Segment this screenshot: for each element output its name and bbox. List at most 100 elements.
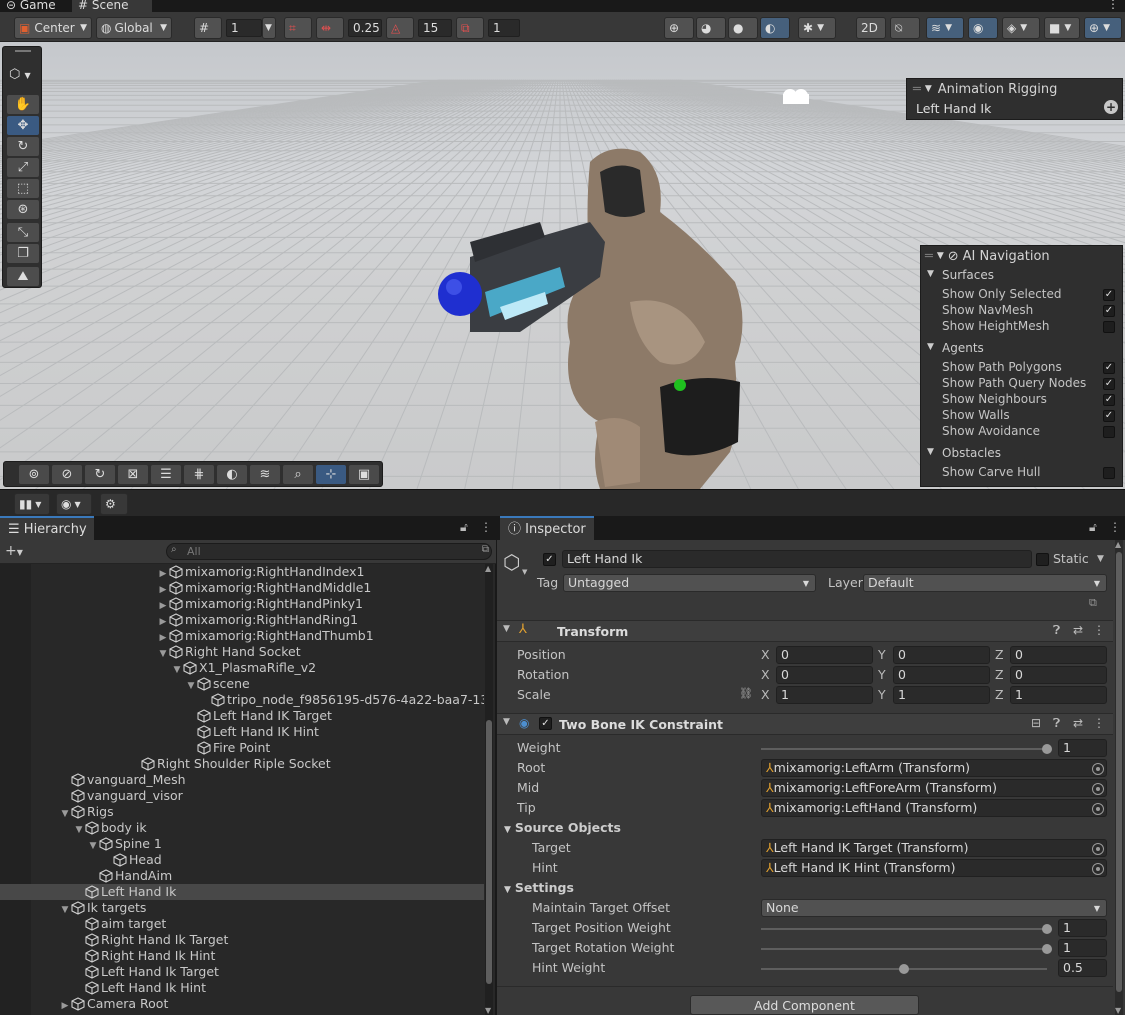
shaded-wireframe-button[interactable]: ◕ — [696, 17, 726, 39]
rotate-snap-button[interactable]: ◬ — [386, 17, 414, 39]
component-tool-button[interactable]: ❐ — [7, 244, 39, 263]
mid-object-field[interactable]: ⅄mixamorig:LeftForeArm (Transform) — [761, 779, 1107, 797]
add-icon[interactable]: + — [1104, 100, 1118, 114]
link-icon[interactable]: ⛓ — [739, 687, 753, 700]
target-rotation-weight-field[interactable]: 1 — [1058, 939, 1107, 957]
target-rotation-weight-slider[interactable] — [761, 944, 1052, 954]
rotation-x-field[interactable]: 0 — [776, 666, 873, 684]
kebab-menu-icon[interactable]: ⋮ — [1093, 716, 1105, 730]
transform-header[interactable]: ▼ ⅄ Transform ❓︎ ⇄ ⋮ — [497, 620, 1113, 642]
nav-option-checkbox[interactable] — [1103, 467, 1115, 479]
wireframe-shading-button[interactable]: ⊕ — [664, 17, 694, 39]
add-component-button[interactable]: Add Component — [690, 995, 919, 1015]
nav-option[interactable]: Show Avoidance — [921, 424, 1121, 440]
hierarchy-row[interactable]: ▼ Spine 1 — [0, 836, 484, 852]
nav-section-obstacles[interactable]: ▼ Obstacles — [921, 446, 1121, 462]
unlit-shading-button[interactable]: ● — [728, 17, 758, 39]
slider-knob[interactable] — [1042, 744, 1052, 754]
layers-dropdown[interactable]: ◈ ▼ — [1002, 17, 1040, 39]
nav-option[interactable]: Show HeightMesh — [921, 319, 1121, 335]
hierarchy-row[interactable]: Right Hand Ik Target — [0, 932, 484, 948]
camera-dropdown[interactable]: ■ ▼ — [1044, 17, 1080, 39]
hierarchy-row[interactable]: HandAim — [0, 868, 484, 884]
layer-dropdown[interactable]: Default ▼ — [863, 574, 1107, 592]
settings-foldout[interactable]: ▼ Settings — [504, 879, 574, 897]
layout-icon[interactable]: ⊟ — [1031, 716, 1041, 730]
drag-handle[interactable] — [15, 50, 31, 52]
custom-tool-button[interactable]: ⤡ — [7, 223, 39, 242]
active-checkbox[interactable]: ✓ — [543, 553, 556, 566]
object-name-field[interactable]: Left Hand Ik — [562, 550, 1032, 568]
hierarchy-row[interactable]: ▼ Ik targets — [0, 900, 484, 916]
constraint-enabled-checkbox[interactable]: ✓ — [539, 717, 552, 730]
effects-dropdown[interactable]: ≋ ▼ — [926, 17, 964, 39]
hierarchy-row[interactable]: Left Hand Ik Target — [0, 964, 484, 980]
filter-icon[interactable]: ⧉ — [482, 544, 489, 555]
presets-icon[interactable]: ⇄ — [1073, 716, 1083, 730]
object-picker-icon[interactable] — [1092, 763, 1104, 775]
hierarchy-row[interactable]: Head — [0, 852, 484, 868]
scroll-down-icon[interactable]: ▼ — [485, 1006, 491, 1015]
kebab-menu-icon[interactable]: ⋮ — [1093, 623, 1105, 637]
nav-section-agents[interactable]: ▼ Agents — [921, 341, 1121, 357]
tip-object-field[interactable]: ⅄mixamorig:LeftHand (Transform) — [761, 799, 1107, 817]
slider-knob[interactable] — [1042, 944, 1052, 954]
tab-hierarchy[interactable]: ☰ Hierarchy — [0, 516, 94, 540]
scrollbar-thumb[interactable] — [1116, 552, 1122, 992]
nav-option-checkbox[interactable]: ✓ — [1103, 410, 1115, 422]
grid-size-dropdown[interactable]: ▼ — [262, 17, 276, 39]
kebab-menu-icon[interactable]: ⋮ — [480, 520, 492, 534]
hierarchy-row[interactable]: ▼ Right Hand Socket — [0, 644, 484, 660]
maintain-offset-dropdown[interactable]: None ▼ — [761, 899, 1107, 917]
transform-tool-button[interactable]: ⊛ — [7, 200, 39, 219]
rotation-z-field[interactable]: 0 — [1010, 666, 1107, 684]
hierarchy-row[interactable]: ▼ Rigs — [0, 804, 484, 820]
lighting-toggle-button[interactable]: ⍉ — [890, 17, 920, 39]
hierarchy-row[interactable]: tripo_node_f9856195-d576-4a22-baa7-13 — [0, 692, 484, 708]
nav-option[interactable]: Show Only Selected ✓ — [921, 287, 1121, 303]
tab-game[interactable]: ⊝ Game — [0, 0, 68, 12]
hierarchy-row[interactable]: ▼ body ik — [0, 820, 484, 836]
hierarchy-row[interactable]: Left Hand IK Hint — [0, 724, 484, 740]
nav-option-checkbox[interactable]: ✓ — [1103, 394, 1115, 406]
help-icon[interactable]: ❓︎ — [1053, 716, 1060, 731]
position-z-field[interactable]: 0 — [1010, 646, 1107, 664]
account-dropdown[interactable]: ◉ ▼ — [56, 493, 92, 515]
grid-tool-button[interactable]: ⋕ — [184, 465, 214, 484]
pivot-tool-button[interactable]: ⊹ — [316, 465, 346, 484]
nav-option[interactable]: Show Path Polygons ✓ — [921, 360, 1121, 376]
scroll-up-icon[interactable]: ▲ — [485, 564, 491, 573]
inspector-scrollbar[interactable]: ▲ ▼ — [1115, 540, 1123, 1015]
navigation-tool-button[interactable]: ⊘ — [52, 465, 82, 484]
hand-tool-button[interactable]: ✋ — [7, 95, 39, 114]
increment-snap-button[interactable]: ⌗ — [284, 17, 312, 39]
object-picker-icon[interactable] — [1092, 783, 1104, 795]
nav-option-checkbox[interactable] — [1103, 321, 1115, 333]
static-checkbox[interactable] — [1036, 553, 1049, 566]
hint-weight-slider[interactable] — [761, 964, 1047, 974]
probe-tool-button[interactable]: ⊚ — [19, 465, 49, 484]
nav-option[interactable]: Show Path Query Nodes ✓ — [921, 376, 1121, 392]
move-snap-button[interactable]: ⇹ — [316, 17, 344, 39]
hint-weight-field[interactable]: 0.5 — [1058, 959, 1107, 977]
2d-toggle-button[interactable]: 2D — [856, 17, 886, 39]
scrollbar-thumb[interactable] — [486, 720, 492, 984]
hierarchy-row[interactable]: vanguard_visor — [0, 788, 484, 804]
collider-tool-button[interactable]: ⊠ — [118, 465, 148, 484]
hierarchy-row[interactable]: ▶ mixamorig:RightHandIndex1 — [0, 564, 484, 580]
shading-tool-button[interactable]: ◐ — [217, 465, 247, 484]
nav-option-checkbox[interactable]: ✓ — [1103, 289, 1115, 301]
overlay-header[interactable]: ═ ▼ Animation Rigging — [907, 79, 1122, 99]
object-picker-icon[interactable] — [1092, 863, 1104, 875]
nav-option-checkbox[interactable]: ✓ — [1103, 378, 1115, 390]
scale-x-field[interactable]: 1 — [776, 686, 873, 704]
scale-snap-button[interactable]: ⧉ — [456, 17, 484, 39]
rotate-snap-field[interactable]: 15 — [418, 19, 452, 37]
position-x-field[interactable]: 0 — [776, 646, 873, 664]
lock-icon[interactable]: 🔓︎ — [460, 520, 468, 535]
scale-z-field[interactable]: 1 — [1010, 686, 1107, 704]
visibility-toggle-button[interactable]: ◉ — [968, 17, 998, 39]
source-objects-foldout[interactable]: ▼ Source Objects — [504, 819, 621, 837]
chevron-right-icon[interactable]: ▶ — [59, 998, 71, 1014]
lit-shading-button[interactable]: ◐ — [760, 17, 790, 39]
